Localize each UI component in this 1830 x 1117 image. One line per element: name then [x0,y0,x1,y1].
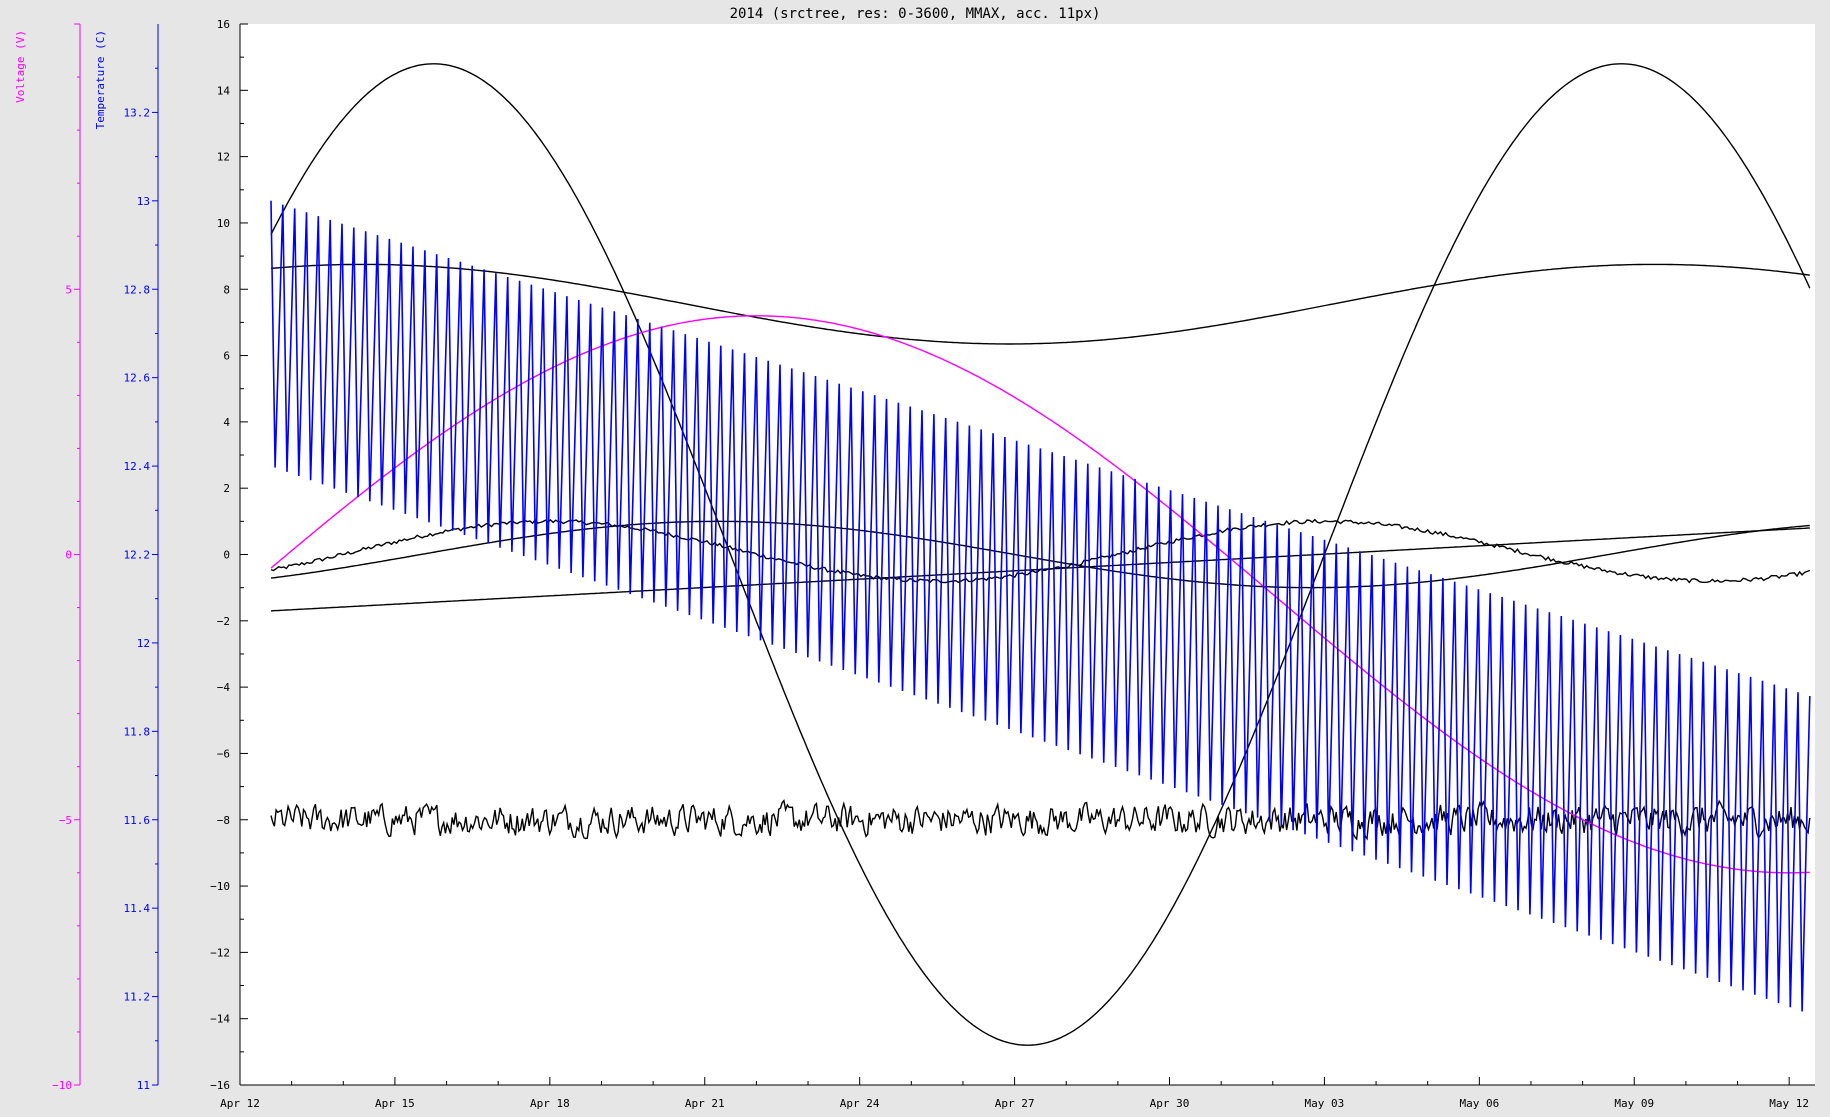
temperature-y-tick-label: 11.2 [124,991,151,1004]
x-tick-label: Apr 18 [530,1097,570,1110]
temperature-y-tick-label: 11.4 [124,902,151,915]
main-y-tick-label: −14 [210,1013,230,1026]
temperature-y-tick-label: 12.2 [124,549,151,562]
voltage-y-tick-label: −10 [52,1079,72,1092]
main-y-tick-label: 10 [217,217,230,230]
x-tick-label: Apr 15 [375,1097,415,1110]
main-y-tick-label: −16 [210,1079,230,1092]
chart: 2014 (srctree, res: 0-3600, MMAX, acc. 1… [14,6,1815,1110]
plot-area [240,24,1815,1085]
temperature-y-tick-label: 11 [137,1079,150,1092]
temperature-axis-label: Temperature (C) [94,30,107,129]
main-y-tick-label: −2 [217,615,230,628]
main-y-tick-label: 6 [223,350,230,363]
x-tick-label: Apr 27 [995,1097,1035,1110]
temperature-y-tick-label: 12.6 [124,372,151,385]
main-y-tick-label: −12 [210,946,230,959]
x-tick-label: Apr 21 [685,1097,725,1110]
main-y-tick-label: 16 [217,18,230,31]
main-y-tick-label: −8 [217,814,230,827]
voltage-y-tick-label: 0 [65,549,72,562]
chart-title: 2014 (srctree, res: 0-3600, MMAX, acc. 1… [730,6,1101,22]
main-y-tick-label: 2 [223,482,230,495]
x-tick-label: Apr 12 [220,1097,260,1110]
main-y-tick-label: 14 [217,84,231,97]
voltage-y-tick-label: 5 [65,283,72,296]
main-y-tick-label: 4 [223,416,230,429]
main-y-tick-label: −4 [217,681,231,694]
voltage-axis-label: Voltage (V) [14,30,27,103]
temperature-y-tick-label: 11.8 [124,725,151,738]
voltage-y-tick-label: −5 [59,814,72,827]
temperature-y-tick-label: 12 [137,637,150,650]
main-y-tick-label: −6 [217,747,230,760]
temperature-y-tick-label: 12.8 [124,283,151,296]
temperature-y-tick-label: 13 [137,195,150,208]
x-tick-label: May 09 [1614,1097,1654,1110]
x-tick-label: May 06 [1459,1097,1499,1110]
main-y-tick-label: −10 [210,880,230,893]
main-y-tick-label: 12 [217,151,230,164]
main-y-tick-label: 8 [223,283,230,296]
temperature-y-tick-label: 12.4 [124,460,151,473]
x-tick-label: Apr 30 [1150,1097,1190,1110]
x-tick-label: Apr 24 [840,1097,880,1110]
x-tick-label: May 12 [1769,1097,1809,1110]
x-tick-label: May 03 [1305,1097,1345,1110]
temperature-y-tick-label: 13.2 [124,106,151,119]
temperature-y-tick-label: 11.6 [124,814,151,827]
main-y-tick-label: 0 [223,549,230,562]
